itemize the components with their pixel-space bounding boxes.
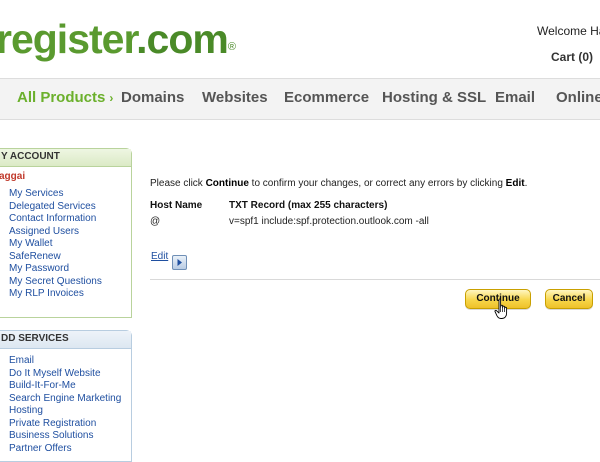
arrow-right-icon bbox=[177, 259, 182, 266]
services-links: Email Do It Myself Website Build-It-For-… bbox=[0, 349, 131, 459]
intro-continue-word: Continue bbox=[205, 178, 249, 189]
intro-edit-word: Edit bbox=[505, 178, 525, 189]
link-my-services[interactable]: My Services bbox=[9, 188, 131, 201]
link-business-solutions[interactable]: Business Solutions bbox=[9, 430, 131, 443]
cart-link[interactable]: Cart (0) bbox=[551, 50, 593, 64]
link-my-rlp-invoices[interactable]: My RLP Invoices bbox=[9, 288, 131, 301]
logo-text-register: register bbox=[0, 16, 137, 62]
link-partner-offers[interactable]: Partner Offers bbox=[9, 443, 131, 456]
link-email[interactable]: Email bbox=[9, 355, 131, 368]
nav-hosting-ssl[interactable]: Hosting & SSL bbox=[382, 89, 486, 106]
link-my-wallet[interactable]: My Wallet bbox=[9, 238, 131, 251]
intro-text-2: to confirm your changes, or correct any … bbox=[248, 178, 506, 189]
link-build-it-for-me[interactable]: Build-It-For-Me bbox=[9, 380, 131, 393]
nav-email[interactable]: Email bbox=[495, 89, 535, 106]
link-saferenew[interactable]: SafeRenew bbox=[9, 251, 131, 264]
intro-text-1: Please click bbox=[150, 178, 206, 189]
link-my-password[interactable]: My Password bbox=[9, 263, 131, 276]
link-private-registration[interactable]: Private Registration bbox=[9, 418, 131, 431]
hand-pointer-icon bbox=[494, 298, 510, 324]
registered-mark: ® bbox=[227, 41, 236, 53]
link-hosting[interactable]: Hosting bbox=[9, 405, 131, 418]
register-logo[interactable]: register.com® bbox=[0, 14, 236, 64]
nav-all-products-label: All Products bbox=[17, 89, 106, 106]
account-links: My Services Delegated Services Contact I… bbox=[0, 188, 131, 305]
column-txt-record: TXT Record (max 255 characters) bbox=[229, 200, 388, 211]
chevron-right-icon: › bbox=[109, 91, 114, 105]
link-contact-information[interactable]: Contact Information bbox=[9, 213, 131, 226]
link-assigned-users[interactable]: Assigned Users bbox=[9, 226, 131, 239]
nav-websites[interactable]: Websites bbox=[202, 89, 268, 106]
add-services-box: DD SERVICES Email Do It Myself Website B… bbox=[0, 330, 132, 462]
logo-text-com: .com bbox=[136, 16, 229, 62]
confirm-instructions: Please click Continue to confirm your ch… bbox=[150, 178, 527, 189]
welcome-text: Welcome Ha bbox=[537, 24, 600, 38]
link-my-secret-questions[interactable]: My Secret Questions bbox=[9, 276, 131, 289]
link-search-engine-marketing[interactable]: Search Engine Marketing bbox=[9, 393, 131, 406]
my-account-title: Y ACCOUNT bbox=[0, 149, 131, 167]
link-do-it-myself-website[interactable]: Do It Myself Website bbox=[9, 368, 131, 381]
divider bbox=[150, 279, 600, 280]
column-host-name: Host Name bbox=[150, 200, 203, 211]
nav-domains[interactable]: Domains bbox=[121, 89, 184, 106]
add-services-title: DD SERVICES bbox=[0, 331, 131, 349]
cell-host-name: @ bbox=[150, 216, 161, 227]
edit-link[interactable]: Edit bbox=[151, 251, 168, 262]
link-delegated-services[interactable]: Delegated Services bbox=[9, 201, 131, 214]
main-nav: All Products › Domains Websites Ecommerce… bbox=[0, 78, 600, 120]
nav-all-products[interactable]: All Products › bbox=[17, 89, 113, 106]
account-user-name: aggai bbox=[0, 171, 26, 182]
cell-txt-record: v=spf1 include:spf.protection.outlook.co… bbox=[229, 216, 429, 227]
edit-arrow-button[interactable] bbox=[172, 255, 187, 270]
cancel-button[interactable]: Cancel bbox=[545, 289, 593, 309]
nav-online[interactable]: Online bbox=[556, 89, 600, 106]
my-account-box: Y ACCOUNT aggai My Services Delegated Se… bbox=[0, 148, 132, 318]
nav-ecommerce[interactable]: Ecommerce bbox=[284, 89, 369, 106]
intro-text-3: . bbox=[524, 178, 528, 189]
